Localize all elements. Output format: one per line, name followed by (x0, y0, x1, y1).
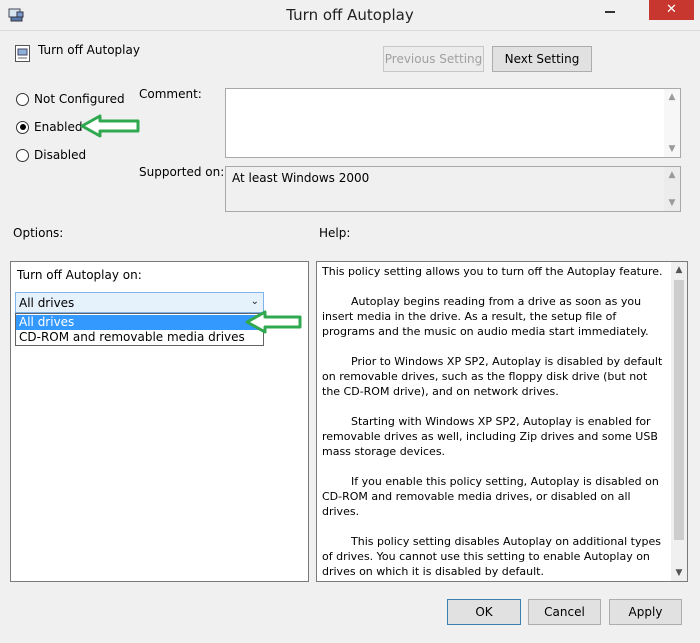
scroll-up-icon[interactable]: ▲ (664, 167, 680, 183)
apply-label: Apply (628, 605, 663, 619)
drive-type-dropdown-list: All drives CD-ROM and removable media dr… (15, 313, 264, 346)
ok-button[interactable]: OK (447, 599, 521, 625)
policy-dialog: Turn off Autoplay ✕ Turn off Autoplay Pr… (0, 0, 700, 643)
scroll-down-icon[interactable]: ▼ (671, 565, 687, 581)
scroll-up-icon[interactable]: ▲ (671, 262, 687, 278)
ok-label: OK (475, 605, 493, 619)
combo-selected-value: All drives (19, 296, 75, 310)
minimize-icon (605, 11, 615, 13)
window-title: Turn off Autoplay (286, 6, 414, 24)
radio-not-configured[interactable]: Not Configured (16, 91, 125, 107)
title-bar[interactable]: Turn off Autoplay ✕ (0, 0, 700, 31)
supported-on-box: At least Windows 2000 ▲ ▼ (225, 166, 681, 212)
radio-label-enabled: Enabled (34, 120, 83, 134)
comment-textarea[interactable]: ▲ ▼ (225, 88, 681, 158)
radio-label-not-configured: Not Configured (34, 92, 125, 106)
annotation-arrow-enabled (80, 114, 140, 138)
previous-setting-button[interactable]: Previous Setting (383, 46, 484, 72)
scroll-down-icon[interactable]: ▼ (664, 195, 680, 211)
supported-on-value: At least Windows 2000 (232, 171, 370, 185)
radio-circle-not-configured[interactable] (16, 92, 29, 106)
options-heading: Options: (13, 226, 64, 240)
next-setting-label: Next Setting (504, 52, 580, 66)
close-button[interactable]: ✕ (649, 0, 694, 20)
radio-disabled[interactable]: Disabled (16, 147, 86, 163)
help-panel: This policy setting allows you to turn o… (316, 261, 688, 582)
scroll-down-icon[interactable]: ▼ (664, 141, 680, 157)
drive-type-combobox[interactable]: All drives ⌄ (15, 292, 264, 313)
supported-scrollbar[interactable]: ▲ ▼ (664, 167, 680, 211)
help-paragraph: This policy setting allows you to turn o… (322, 265, 663, 278)
policy-title: Turn off Autoplay (38, 43, 140, 57)
comment-scrollbar[interactable]: ▲ ▼ (664, 89, 680, 157)
help-scrollbar[interactable]: ▲ ▼ (671, 262, 687, 581)
cancel-button[interactable]: Cancel (528, 599, 601, 625)
comment-label: Comment: (139, 87, 202, 101)
help-scroll-thumb[interactable] (674, 280, 684, 540)
radio-circle-disabled[interactable] (16, 148, 29, 162)
help-paragraph: Prior to Windows XP SP2, Autoplay is dis… (322, 355, 663, 398)
minimize-button[interactable] (596, 0, 624, 20)
radio-enabled[interactable]: Enabled (16, 119, 83, 135)
supported-on-label: Supported on: (139, 165, 225, 179)
help-heading: Help: (319, 226, 351, 240)
help-paragraph: Autoplay begins reading from a drive as … (322, 295, 649, 338)
policy-icon (15, 45, 30, 62)
chevron-down-icon[interactable]: ⌄ (251, 296, 259, 307)
options-field-label: Turn off Autoplay on: (17, 268, 142, 282)
help-paragraph: This policy setting disables Autoplay on… (322, 535, 661, 578)
previous-setting-label: Previous Setting (384, 52, 483, 66)
help-paragraph: If you enable this policy setting, Autop… (322, 475, 659, 518)
help-paragraph: Starting with Windows XP SP2, Autoplay i… (322, 415, 658, 458)
radio-label-disabled: Disabled (34, 148, 87, 162)
help-text: This policy setting allows you to turn o… (322, 264, 666, 594)
cancel-label: Cancel (544, 605, 585, 619)
radio-circle-enabled[interactable] (16, 120, 29, 134)
dropdown-item-cdrom-removable[interactable]: CD-ROM and removable media drives (16, 330, 263, 345)
dropdown-item-all-drives[interactable]: All drives (16, 315, 263, 330)
apply-button[interactable]: Apply (609, 599, 682, 625)
annotation-arrow-dropdown (245, 310, 302, 334)
scroll-up-icon[interactable]: ▲ (664, 89, 680, 105)
next-setting-button[interactable]: Next Setting (492, 46, 592, 72)
close-icon: ✕ (666, 2, 677, 17)
